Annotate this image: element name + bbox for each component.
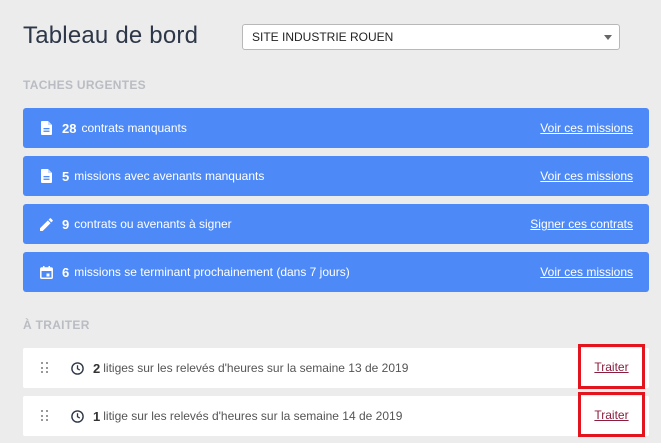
view-missions-link[interactable]: Voir ces missions: [540, 265, 633, 279]
urgent-task-count: 28: [62, 120, 77, 136]
pencil-icon: [39, 217, 53, 231]
todo-item: 2 litiges sur les relevés d'heures sur l…: [23, 344, 649, 389]
urgent-task-card: 5 missions avec avenants manquants Voir …: [23, 156, 649, 196]
page-title: Tableau de bord: [23, 22, 199, 49]
urgent-task-count: 5: [62, 168, 70, 184]
section-label-todo: À TRAITER: [23, 318, 90, 332]
todo-item-text: litige sur les relevés d'heures sur la s…: [103, 409, 403, 423]
urgent-task-text: contrats manquants: [81, 121, 187, 135]
site-select[interactable]: SITE INDUSTRIE ROUEN: [242, 24, 620, 50]
calendar-icon: [39, 265, 53, 279]
urgent-task-text: missions avec avenants manquants: [74, 169, 265, 183]
urgent-task-card: 28 contrats manquants Voir ces missions: [23, 108, 649, 148]
document-icon: [39, 169, 53, 183]
urgent-task-count: 6: [62, 264, 70, 280]
todo-item: 1 litige sur les relevés d'heures sur la…: [23, 392, 649, 437]
todo-item-count: 1: [93, 408, 101, 424]
urgent-task-card: 6 missions se terminant prochainement (d…: [23, 252, 649, 292]
treat-button[interactable]: Traiter: [578, 392, 645, 437]
drag-handle-icon[interactable]: [41, 362, 49, 374]
section-label-urgent: TACHES URGENTES: [23, 78, 146, 92]
site-select-value: SITE INDUSTRIE ROUEN: [252, 30, 394, 44]
urgent-task-count: 9: [62, 216, 70, 232]
clock-icon: [71, 409, 84, 423]
clock-icon: [71, 361, 84, 375]
view-missions-link[interactable]: Voir ces missions: [540, 121, 633, 135]
treat-button[interactable]: Traiter: [578, 344, 645, 389]
view-missions-link[interactable]: Voir ces missions: [540, 169, 633, 183]
sign-contracts-link[interactable]: Signer ces contrats: [530, 217, 633, 231]
urgent-task-text: contrats ou avenants à signer: [74, 217, 232, 231]
urgent-task-text: missions se terminant prochainement (dan…: [74, 265, 350, 279]
drag-handle-icon[interactable]: [41, 410, 49, 422]
chevron-down-icon: [604, 35, 612, 40]
urgent-task-card: 9 contrats ou avenants à signer Signer c…: [23, 204, 649, 244]
document-icon: [39, 121, 53, 135]
todo-item-text: litiges sur les relevés d'heures sur la …: [103, 361, 409, 375]
todo-item-count: 2: [93, 360, 101, 376]
